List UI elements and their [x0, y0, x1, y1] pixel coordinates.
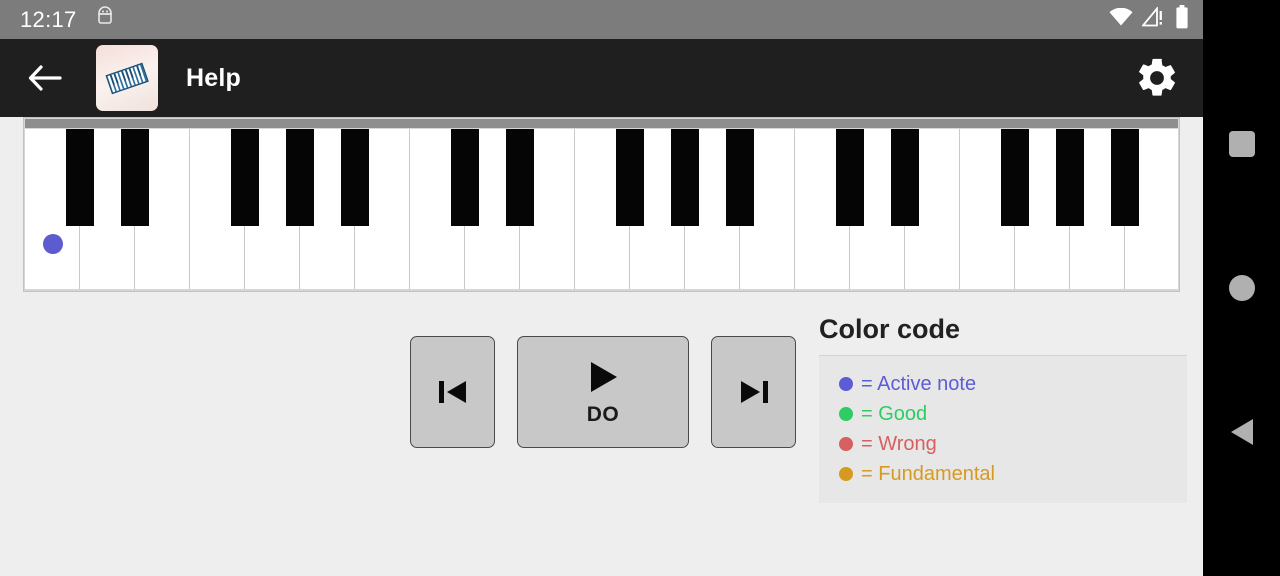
- status-clock: 12:17: [20, 6, 77, 32]
- legend-row: = Wrong: [839, 429, 1187, 459]
- black-key[interactable]: [671, 129, 699, 226]
- black-key[interactable]: [1111, 129, 1139, 226]
- legend-row: = Fundamental: [839, 459, 1187, 489]
- black-key[interactable]: [121, 129, 149, 226]
- legend-label: = Active note: [861, 372, 977, 395]
- back-triangle-icon[interactable]: [1228, 417, 1256, 447]
- legend-color-dot: [839, 467, 853, 481]
- black-key[interactable]: [506, 129, 534, 226]
- piano-keys-area[interactable]: [25, 129, 1178, 289]
- black-key[interactable]: [836, 129, 864, 226]
- home-circle-icon[interactable]: [1228, 275, 1255, 301]
- page-title: Help: [186, 63, 241, 92]
- black-key[interactable]: [616, 129, 644, 226]
- recents-square-icon[interactable]: [1228, 131, 1255, 157]
- black-key[interactable]: [66, 129, 94, 226]
- play-button-label: DO: [586, 403, 620, 426]
- black-key[interactable]: [1001, 129, 1029, 226]
- status-left-icons: [95, 6, 115, 33]
- legend-color-dot: [839, 377, 853, 391]
- piano-app-icon: [96, 45, 158, 111]
- status-bar: 12:17: [0, 0, 1203, 39]
- phone-viewport: 12:17 Help DO Color code = Active note =…: [0, 0, 1203, 576]
- battery-icon: [1175, 5, 1189, 34]
- legend-list: = Active note = Good = Wrong = Fundamental: [819, 355, 1187, 503]
- cellular-signal-warning-icon: [1141, 5, 1166, 32]
- settings-button[interactable]: [1131, 52, 1183, 104]
- android-nav-bar: [1203, 0, 1280, 576]
- legend-row: = Active note: [839, 369, 1187, 399]
- next-track-icon: [740, 381, 768, 403]
- legend-label: = Good: [861, 402, 928, 425]
- legend-color-dot: [839, 407, 853, 421]
- previous-track-icon: [438, 381, 466, 403]
- play-icon: [591, 362, 617, 392]
- black-key[interactable]: [451, 129, 479, 226]
- black-key[interactable]: [341, 129, 369, 226]
- legend-color-dot: [839, 437, 853, 451]
- transport-controls: DO: [410, 336, 796, 448]
- wifi-icon: [1109, 7, 1133, 32]
- black-key[interactable]: [726, 129, 754, 226]
- active-note-marker: [42, 234, 63, 254]
- gear-icon: [1139, 58, 1175, 96]
- black-key[interactable]: [231, 129, 259, 226]
- legend-label: = Wrong: [861, 432, 937, 455]
- keyboard-scrollbar[interactable]: [25, 119, 1178, 128]
- color-code-legend: Color code = Active note = Good = Wrong = F…: [819, 314, 1187, 503]
- next-button[interactable]: [711, 336, 796, 448]
- app-bar: Help: [0, 39, 1203, 117]
- status-right-icons: [1109, 5, 1189, 34]
- screen-root: 12:17 Help DO Color code = Active note =…: [0, 0, 1280, 576]
- back-button[interactable]: [22, 55, 68, 101]
- play-button[interactable]: DO: [517, 336, 689, 448]
- legend-row: = Good: [839, 399, 1187, 429]
- previous-button[interactable]: [410, 336, 495, 448]
- back-arrow-icon: [28, 65, 62, 91]
- legend-label: = Fundamental: [861, 462, 995, 485]
- black-key[interactable]: [1056, 129, 1084, 226]
- black-key[interactable]: [891, 129, 919, 226]
- android-debug-icon: [95, 6, 115, 33]
- black-key[interactable]: [286, 129, 314, 226]
- legend-title: Color code: [819, 314, 961, 344]
